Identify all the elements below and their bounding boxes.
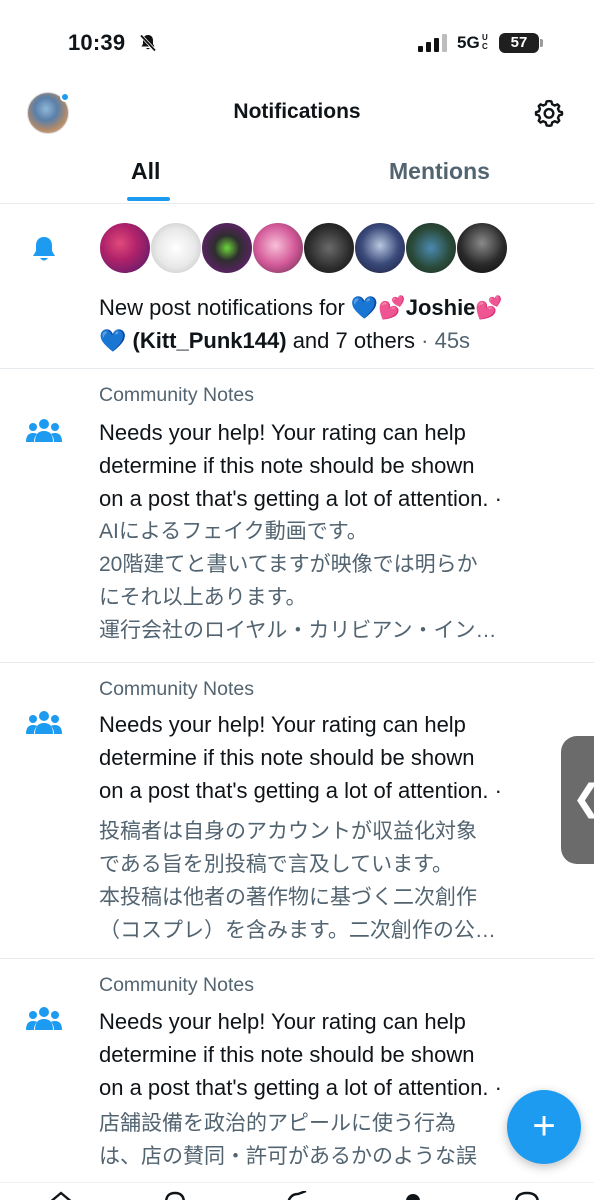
avatar[interactable] [303, 222, 355, 274]
notification-suffix: and 7 others [286, 328, 416, 353]
note-preview: AIによるフェイク動画です。 20階建てと書いてますが映像では明らか にそれ以上… [99, 515, 579, 647]
note-message: Needs your help! Your rating can help de… [99, 708, 569, 807]
home-icon[interactable] [46, 1191, 76, 1200]
status-bar: 10:39 5G UC 57 [0, 0, 594, 88]
tab-mentions[interactable]: Mentions [389, 158, 490, 185]
blue-heart-emoji: 💙 [99, 328, 127, 353]
note-preview-line: である旨を別投稿で言及しています。 [99, 853, 454, 876]
note-message-line: Needs your help! Your rating can help [99, 1009, 466, 1034]
top-header: Notifications [0, 88, 594, 140]
avatar[interactable] [99, 222, 151, 274]
note-message-line: on a post that's getting a lot of attent… [99, 486, 502, 511]
signal-bars-icon [418, 34, 447, 52]
note-preview-line: は、店の賛同・許可があるかのような誤 [99, 1145, 477, 1168]
avatar[interactable] [150, 222, 202, 274]
note-preview-line: AIによるフェイク動画です。 [99, 520, 368, 543]
active-tab-indicator [127, 197, 170, 201]
chevron-left-icon: ❮ [572, 778, 594, 818]
silent-bell-icon [139, 34, 157, 52]
blue-heart-emoji: 💙 [350, 295, 379, 320]
account-handle[interactable]: (Kitt_Punk144) [133, 328, 287, 353]
compose-button[interactable]: + [507, 1090, 581, 1164]
community-notes-label: Community Notes [99, 678, 254, 700]
note-preview-line: 店舗設備を政治的アピールに使う行為 [99, 1112, 456, 1135]
note-message: Needs your help! Your rating can help de… [99, 1005, 569, 1104]
note-message-line: on a post that's getting a lot of attent… [99, 1075, 502, 1100]
tab-all[interactable]: All [131, 158, 160, 185]
account-name[interactable]: Joshie [406, 295, 476, 320]
communities-icon[interactable] [398, 1191, 428, 1200]
note-message-line: Needs your help! Your rating can help [99, 712, 466, 737]
search-icon[interactable] [160, 1191, 190, 1200]
notification-prefix: New post notifications for [99, 295, 351, 320]
note-preview-line: 20階建てと書いてますが映像では明らか [99, 553, 478, 576]
notification-community-note[interactable]: Community Notes Needs your help! Your ra… [0, 664, 594, 959]
avatar[interactable] [354, 222, 406, 274]
pink-hearts-emoji: 💕 [378, 295, 406, 320]
page-title: Notifications [233, 100, 361, 123]
people-icon [26, 419, 62, 442]
note-message-line: determine if this note should be shown [99, 453, 475, 478]
note-message: Needs your help! Your rating can help de… [99, 416, 569, 515]
note-preview-line: 運行会社のロイヤル・カリビアン・イン… [99, 619, 497, 642]
note-preview-line: 投稿者は自身のアカウントが収益化対象 [99, 820, 477, 843]
grok-icon[interactable] [282, 1191, 312, 1200]
notifications-tab-icon[interactable] [512, 1191, 542, 1200]
battery-indicator: 57 [499, 33, 543, 53]
avatar[interactable] [405, 222, 457, 274]
people-icon [26, 711, 62, 734]
bell-icon [33, 237, 55, 261]
network-type: 5G [457, 33, 480, 52]
notification-community-note[interactable]: Community Notes Needs your help! Your ra… [0, 370, 594, 663]
community-notes-label: Community Notes [99, 384, 254, 406]
note-message-line: on a post that's getting a lot of attent… [99, 778, 502, 803]
note-preview: 投稿者は自身のアカウントが収益化対象 である旨を別投稿で言及しています。 本投稿… [99, 815, 579, 947]
notification-new-post[interactable]: New post notifications for 💙💕Joshie💕 💙 (… [0, 205, 594, 369]
notification-tabs: All Mentions [0, 140, 594, 204]
note-message-line: determine if this note should be shown [99, 745, 475, 770]
note-message-line: Needs your help! Your rating can help [99, 420, 466, 445]
avatar[interactable] [201, 222, 253, 274]
compose-plus-icon: + [532, 1104, 556, 1148]
note-preview-line: にそれ以上あります。 [99, 586, 307, 609]
notification-text: New post notifications for 💙💕Joshie💕 💙 (… [99, 291, 579, 357]
note-preview: 店舗設備を政治的アピールに使う行為 は、店の賛同・許可があるかのような誤 [99, 1107, 519, 1173]
notification-time: · 45s [421, 328, 471, 353]
people-icon [26, 1007, 62, 1030]
note-preview-line: 本投稿は他者の著作物に基づく二次創作 [99, 886, 477, 909]
note-message-line: determine if this note should be shown [99, 1042, 475, 1067]
pink-hearts-emoji: 💕 [475, 295, 503, 320]
status-time: 10:39 [68, 30, 126, 55]
avatar[interactable] [252, 222, 304, 274]
community-notes-label: Community Notes [99, 974, 254, 996]
avatar[interactable] [456, 222, 508, 274]
bottom-tab-bar [0, 1182, 594, 1200]
note-preview-line: （コスプレ）を含みます。二次創作の公… [99, 919, 496, 942]
network-sub: UC [482, 33, 488, 51]
gear-icon[interactable] [534, 98, 564, 128]
notification-community-note[interactable]: Community Notes Needs your help! Your ra… [0, 960, 594, 1182]
